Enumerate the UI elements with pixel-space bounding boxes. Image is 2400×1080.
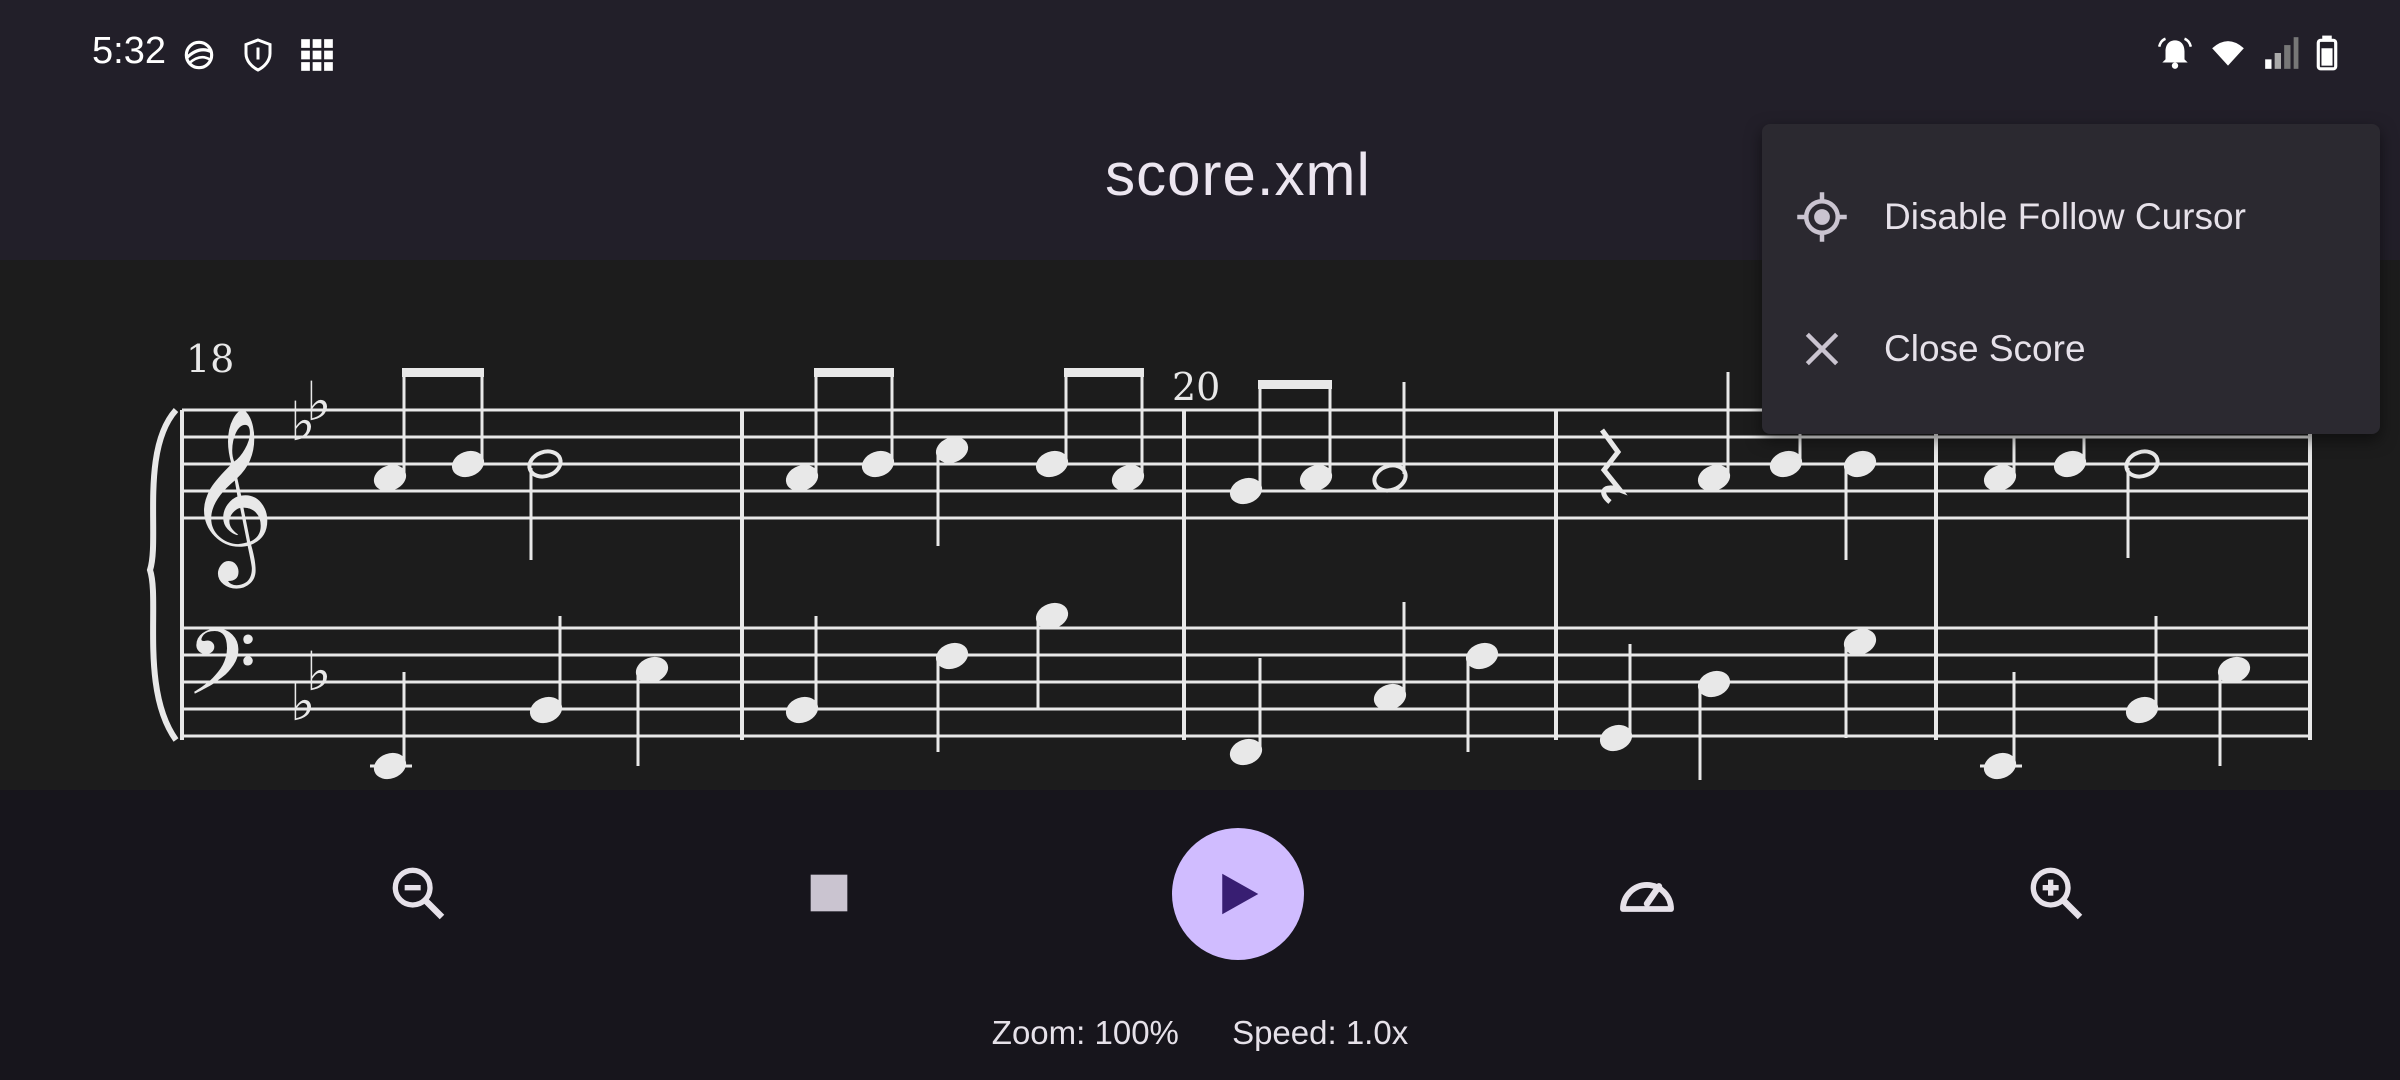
measure-number: 20 — [1172, 365, 1220, 409]
svg-text:♭: ♭ — [306, 370, 331, 433]
menu-item-label: Disable Follow Cursor — [1884, 196, 2246, 237]
playback-controls: Zoom: 100% Speed: 1.0x — [0, 790, 2400, 1080]
measure-number: 18 — [186, 337, 234, 381]
battery-icon — [2314, 34, 2340, 77]
stop-icon — [810, 874, 848, 912]
status-right-icons — [2156, 34, 2340, 77]
play-button[interactable] — [1172, 828, 1304, 960]
zoom-out-icon — [392, 867, 445, 920]
close-icon — [1794, 321, 1850, 377]
alarm-icon — [2156, 34, 2194, 77]
stop-button[interactable] — [774, 838, 884, 948]
zoom-out-button[interactable] — [363, 838, 473, 948]
zoom-in-button[interactable] — [2001, 838, 2111, 948]
app-grid-icon — [298, 36, 336, 79]
play-icon — [1222, 873, 1259, 915]
status-left-icons — [180, 36, 336, 79]
overflow-menu: Disable Follow Cursor Close Score — [1762, 124, 2380, 434]
svg-text:𝄢: 𝄢 — [186, 610, 257, 738]
vpn-globe-icon — [180, 36, 218, 79]
menu-item-label: Close Score — [1884, 328, 2086, 369]
wifi-icon — [2208, 34, 2248, 77]
speed-label: Speed: 1.0x — [1232, 1014, 1409, 1051]
signal-icon — [2262, 34, 2300, 77]
svg-text:♭: ♭ — [306, 640, 331, 703]
svg-text:𝄞: 𝄞 — [186, 407, 275, 589]
menu-item-disable-follow-cursor[interactable]: Disable Follow Cursor — [1762, 158, 2380, 276]
zoom-in-icon — [2030, 867, 2083, 920]
status-time: 5:32 — [92, 30, 166, 72]
target-icon — [1794, 189, 1850, 245]
shield-icon — [240, 36, 276, 79]
status-bar: 5:32 — [0, 0, 2400, 110]
speed-button[interactable] — [1592, 838, 1702, 948]
status-info: Zoom: 100% Speed: 1.0x — [0, 1014, 2400, 1052]
speedometer-icon — [1620, 882, 1674, 912]
zoom-label: Zoom: 100% — [991, 1014, 1179, 1051]
menu-item-close-score[interactable]: Close Score — [1762, 290, 2380, 408]
